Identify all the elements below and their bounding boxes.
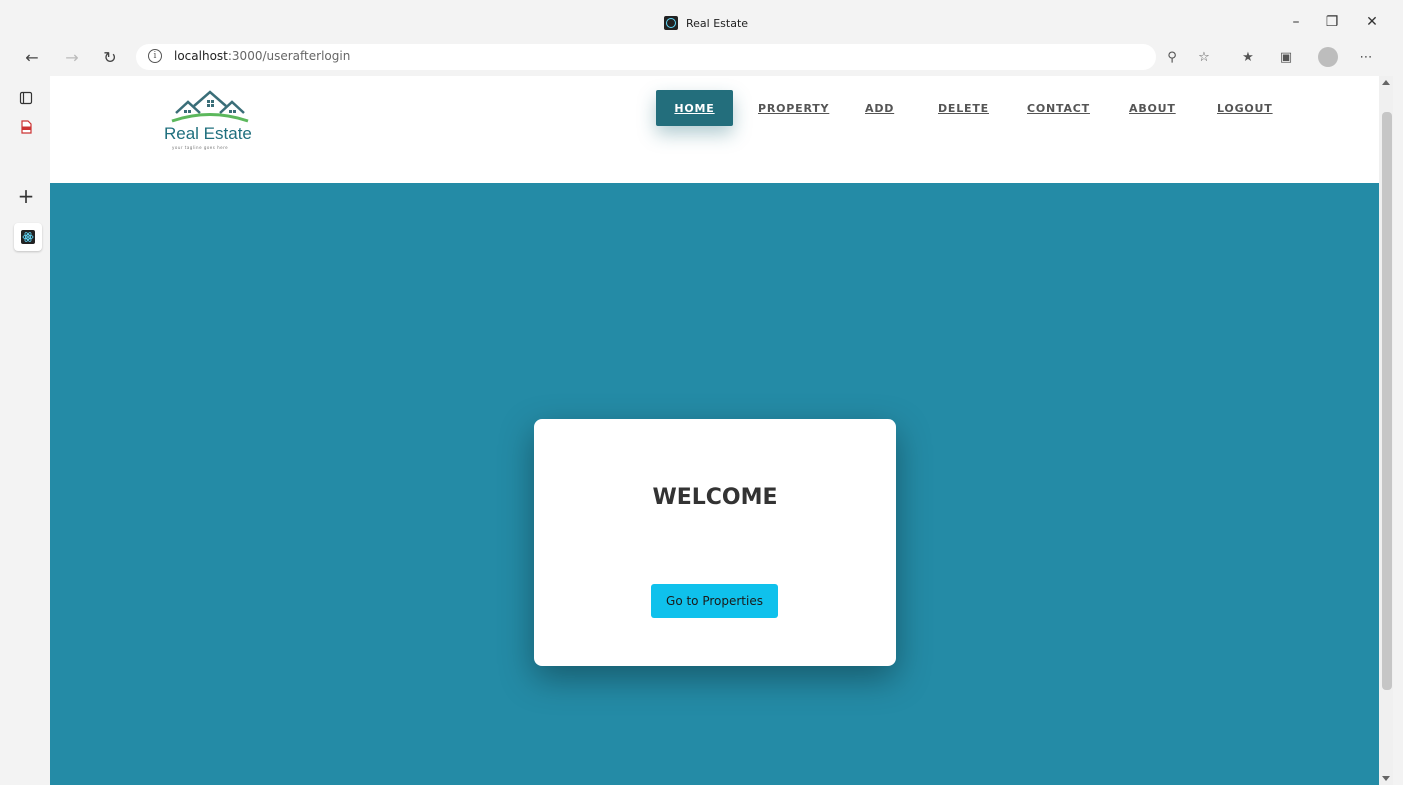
go-to-properties-button[interactable]: Go to Properties: [651, 584, 778, 618]
nav-delete-item[interactable]: DELETE: [938, 90, 989, 126]
nav-home-link[interactable]: HOME: [674, 102, 714, 115]
profile-avatar[interactable]: [1318, 47, 1338, 67]
nav-add-item[interactable]: ADD: [865, 90, 894, 126]
vertical-tabs-strip: +: [0, 76, 50, 785]
nav-contact-item[interactable]: CONTACT: [1027, 90, 1090, 126]
site-header: Real Estate your tagline goes here HOME …: [50, 76, 1379, 183]
scroll-thumb[interactable]: [1382, 112, 1392, 690]
logo-tagline: your tagline goes here: [172, 145, 229, 150]
forward-arrow-icon[interactable]: →: [62, 48, 82, 68]
key-icon[interactable]: ⚲: [1162, 48, 1182, 68]
nav-home-button[interactable]: HOME: [656, 90, 733, 126]
info-icon[interactable]: i: [148, 49, 162, 63]
minimize-icon[interactable]: –: [1286, 12, 1306, 32]
welcome-card: WELCOME Go to Properties: [534, 419, 896, 666]
address-bar[interactable]: i localhost:3000/userafterlogin: [136, 44, 1156, 70]
new-tab-plus-icon[interactable]: +: [16, 186, 36, 206]
nav-logout-link[interactable]: LOGOUT: [1217, 102, 1273, 115]
welcome-heading: WELCOME: [652, 485, 778, 510]
url-text[interactable]: localhost:3000/userafterlogin: [174, 49, 350, 63]
restore-icon[interactable]: ❐: [1322, 12, 1342, 32]
add-favorite-icon[interactable]: ☆: [1194, 48, 1214, 68]
window-titlebar: Real Estate – ❐ ✕: [0, 0, 1403, 40]
nav-contact-link[interactable]: CONTACT: [1027, 102, 1090, 115]
url-path: :3000/userafterlogin: [227, 49, 351, 63]
page-scrollbar[interactable]: [1379, 76, 1393, 785]
react-tab-icon[interactable]: [21, 230, 35, 244]
browser-toolbar: ← → ↻ i localhost:3000/userafterlogin ⚲ …: [0, 40, 1403, 76]
favorites-icon[interactable]: ★: [1238, 48, 1258, 68]
scroll-up-arrow-icon[interactable]: [1382, 80, 1390, 85]
pdf-tab-icon[interactable]: [19, 120, 33, 134]
nav-about-item[interactable]: ABOUT: [1129, 90, 1176, 126]
collections-icon[interactable]: ▣: [1276, 48, 1296, 68]
window-title: Real Estate: [686, 16, 749, 30]
nav-delete-link[interactable]: DELETE: [938, 102, 989, 115]
scroll-down-arrow-icon[interactable]: [1382, 776, 1390, 781]
nav-logout-item[interactable]: LOGOUT: [1217, 90, 1273, 126]
window-title-group: Real Estate: [664, 16, 748, 30]
logo-text: Real Estate: [164, 124, 252, 143]
back-arrow-icon[interactable]: ←: [22, 48, 42, 68]
nav-about-link[interactable]: ABOUT: [1129, 102, 1176, 115]
close-icon[interactable]: ✕: [1362, 12, 1382, 32]
nav-add-link[interactable]: ADD: [865, 102, 894, 115]
page-viewport: Real Estate your tagline goes here HOME …: [50, 76, 1379, 785]
refresh-icon[interactable]: ↻: [100, 48, 120, 68]
tab-actions-icon[interactable]: [19, 91, 33, 105]
nav-property-link[interactable]: PROPERTY: [758, 102, 829, 115]
url-host: localhost: [174, 49, 228, 63]
more-options-icon[interactable]: ⋯: [1356, 48, 1376, 68]
nav-property-item[interactable]: PROPERTY: [758, 90, 829, 126]
react-favicon-icon: [664, 16, 678, 30]
